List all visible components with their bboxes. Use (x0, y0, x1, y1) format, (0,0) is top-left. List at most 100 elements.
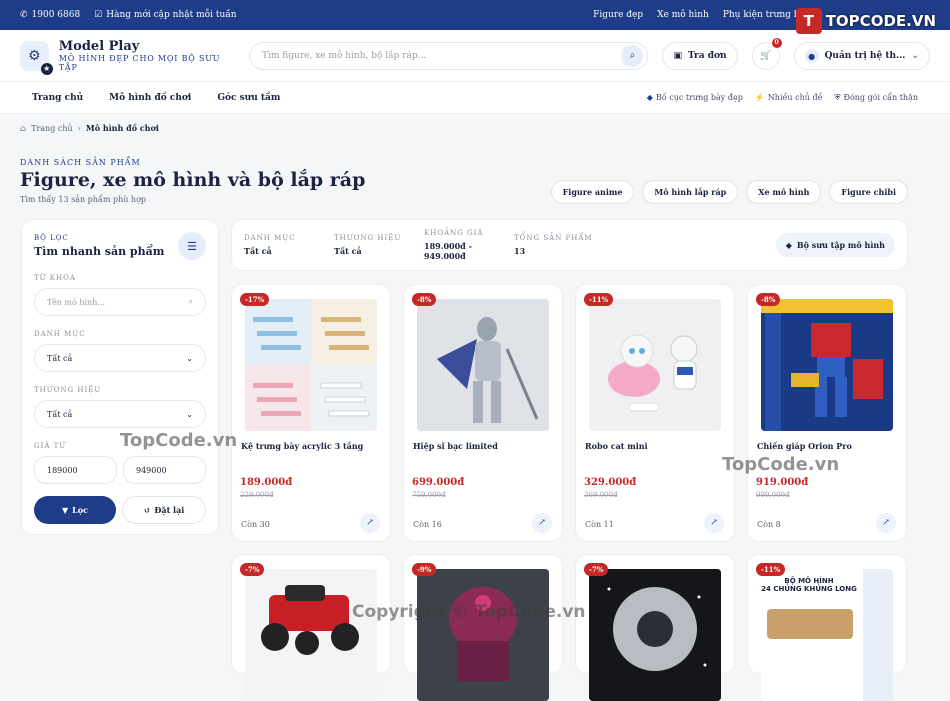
nav-toys[interactable]: Mô hình đồ chơi (109, 93, 191, 103)
category-select[interactable]: Tất cả ⌄ (34, 344, 206, 372)
header: ⚙ ★ Model Play MÔ HÌNH ĐẸP CHO MỌI BỘ SƯU… (0, 30, 950, 82)
discount-badge: -11% (584, 293, 614, 306)
product-image[interactable] (245, 299, 377, 431)
nav-home[interactable]: Trang chủ (32, 93, 83, 103)
phone-icon: ✆ (20, 10, 28, 20)
chip-model-cars[interactable]: Xe mô hình (746, 180, 822, 204)
bolt-icon: ⚡ (754, 93, 765, 102)
product-stock: Còn 30 (241, 520, 270, 529)
product-card[interactable]: -7% (575, 554, 735, 701)
topcode-logo-text: TOPCODE.VN (825, 12, 936, 30)
space-station-image (589, 569, 721, 701)
reset-filter-button[interactable]: ↺ Đặt lại (122, 496, 206, 524)
price-min-input[interactable]: 189000 (34, 456, 117, 484)
dinosaur-tray (767, 609, 853, 639)
keyword-input[interactable]: Tên mô hình... ⌕ (34, 288, 206, 316)
robo-cat-image (589, 299, 721, 431)
product-name[interactable]: Robo cat mini (584, 441, 726, 451)
hotline[interactable]: ✆ 1900 6868 (20, 10, 80, 20)
chip-figure-chibi[interactable]: Figure chibi (829, 180, 908, 204)
product-old-price: 229.000đ (240, 491, 274, 499)
brand-filter-label: THƯƠNG HIỆU (34, 386, 102, 394)
notice: ☑ Hàng mới cập nhật mỗi tuần (94, 10, 237, 20)
search-placeholder: Tìm figure, xe mô hình, bộ lắp ráp... (262, 50, 427, 61)
box-subtitle: 24 CHỦNG KHỦNG LONG (761, 585, 857, 593)
product-image[interactable] (417, 569, 549, 701)
external-link-icon[interactable]: ↗ (704, 513, 724, 533)
mecha-figure-image (417, 569, 549, 701)
collection-button[interactable]: ◆ Bộ sưu tập mô hình (775, 233, 895, 257)
top-link-cars[interactable]: Xe mô hình (657, 10, 709, 20)
brand-name: Model Play (58, 39, 140, 54)
product-image[interactable] (417, 299, 549, 431)
product-card[interactable]: -8% Chiến giáp Orion Pro 919.000đ 999.00… (747, 284, 907, 542)
product-card[interactable]: -11% Robo cat mini 329.000đ 369.000đ Còn… (575, 284, 735, 542)
nav-collector[interactable]: Góc sưu tầm (217, 93, 280, 103)
funnel-icon: ▼ (62, 505, 69, 515)
price-from-label: GIÁ TỪ (34, 442, 67, 450)
filter-summary: DANH MỤC Tất cả THƯƠNG HIỆU Tất cả KHOẢNG … (231, 219, 908, 271)
product-card[interactable]: -8% Hiệp sĩ bạc limited 699.000đ 759.000… (403, 284, 563, 542)
summary-brand: THƯƠNG HIỆU Tất cả (334, 234, 402, 256)
summary-price: KHOẢNG GIÁ 189.000đ - 949.000đ (424, 229, 484, 261)
product-image[interactable] (589, 299, 721, 431)
external-link-icon[interactable]: ↗ (532, 513, 552, 533)
search-input[interactable]: Tìm figure, xe mô hình, bộ lắp ráp... ⌕ (249, 41, 649, 70)
discount-badge: -8% (412, 293, 437, 306)
chevron-down-icon: ⌄ (911, 50, 919, 61)
discount-badge: -7% (584, 563, 609, 576)
breadcrumb-separator: › (77, 123, 81, 133)
product-image[interactable]: BỘ MÔ HÌNH 24 CHỦNG KHỦNG LONG (761, 569, 893, 701)
summary-category: DANH MỤC Tất cả (244, 234, 296, 256)
product-name[interactable]: Kệ trưng bày acrylic 3 tầng (240, 441, 382, 451)
discount-badge: -11% (756, 563, 786, 576)
apply-filter-button[interactable]: ▼ Lọc (34, 496, 116, 524)
product-name[interactable]: Hiệp sĩ bạc limited (412, 441, 554, 451)
search-icon[interactable]: ⌕ (621, 44, 644, 67)
discount-badge: -8% (756, 293, 781, 306)
home-icon: ⌂ (20, 123, 27, 133)
cart-button[interactable]: 🛒 0 (751, 37, 782, 70)
brand-tagline: MÔ HÌNH ĐẸP CHO MỌI BỘ SƯU TẬP (58, 54, 221, 72)
top-link-figure[interactable]: Figure đẹp (593, 10, 643, 20)
category-label: DANH MỤC (34, 330, 86, 338)
keyword-label: TỪ KHÓA (34, 274, 76, 282)
product-card[interactable]: -11% BỘ MÔ HÌNH 24 CHỦNG KHỦNG LONG (747, 554, 907, 701)
product-image[interactable] (589, 569, 721, 701)
price-max-input[interactable]: 949000 (123, 456, 206, 484)
product-card[interactable]: -17% Kệ trưng bày acrylic 3 tầng 189.000… (231, 284, 391, 542)
brand-select[interactable]: Tất cả ⌄ (34, 400, 206, 428)
product-card[interactable]: -7% (231, 554, 391, 701)
product-name[interactable]: Chiến giáp Orion Pro (756, 441, 898, 451)
rc-car-image (245, 569, 377, 701)
cart-count: 0 (771, 37, 782, 48)
silver-knight-image (417, 299, 549, 431)
feature-layout: ◆ Bố cục trưng bày đẹp (646, 93, 743, 102)
filter-title: Tìm nhanh sản phẩm (34, 245, 165, 258)
chip-figure-anime[interactable]: Figure anime (550, 180, 635, 204)
top-bar: ✆ 1900 6868 ☑ Hàng mới cập nhật mỗi tuần F… (0, 0, 950, 34)
robot-box-image (761, 299, 893, 431)
breadcrumb-home[interactable]: Trang chủ (31, 124, 73, 133)
brand-logo-icon: ⚙ ★ (20, 40, 53, 75)
product-stock: Còn 8 (757, 520, 781, 529)
user-menu[interactable]: ● Quản trị hệ th... ⌄ (793, 41, 930, 70)
product-old-price: 759.000đ (412, 491, 446, 499)
discount-badge: -7% (240, 563, 265, 576)
external-link-icon[interactable]: ↗ (876, 513, 896, 533)
external-link-icon[interactable]: ↗ (360, 513, 380, 533)
track-order-button[interactable]: ▣ Tra đơn (662, 41, 738, 70)
sliders-icon[interactable]: ☰ (178, 232, 206, 260)
discount-badge: -17% (240, 293, 270, 306)
acrylic-shelf-image (245, 299, 377, 431)
search-icon: ⌕ (188, 297, 193, 306)
brand[interactable]: ⚙ ★ Model Play MÔ HÌNH ĐẸP CHO MỌI BỘ SƯU… (20, 39, 235, 75)
reset-icon: ↺ (143, 505, 151, 515)
product-grid: -17% Kệ trưng bày acrylic 3 tầng 189.000… (231, 284, 908, 701)
check-icon: ☑ (94, 10, 103, 20)
chip-model-kits[interactable]: Mô hình lắp ráp (642, 180, 739, 204)
product-image[interactable] (761, 299, 893, 431)
product-image[interactable] (245, 569, 377, 701)
product-card[interactable]: -9% (403, 554, 563, 701)
product-price: 919.000đ (756, 477, 809, 488)
